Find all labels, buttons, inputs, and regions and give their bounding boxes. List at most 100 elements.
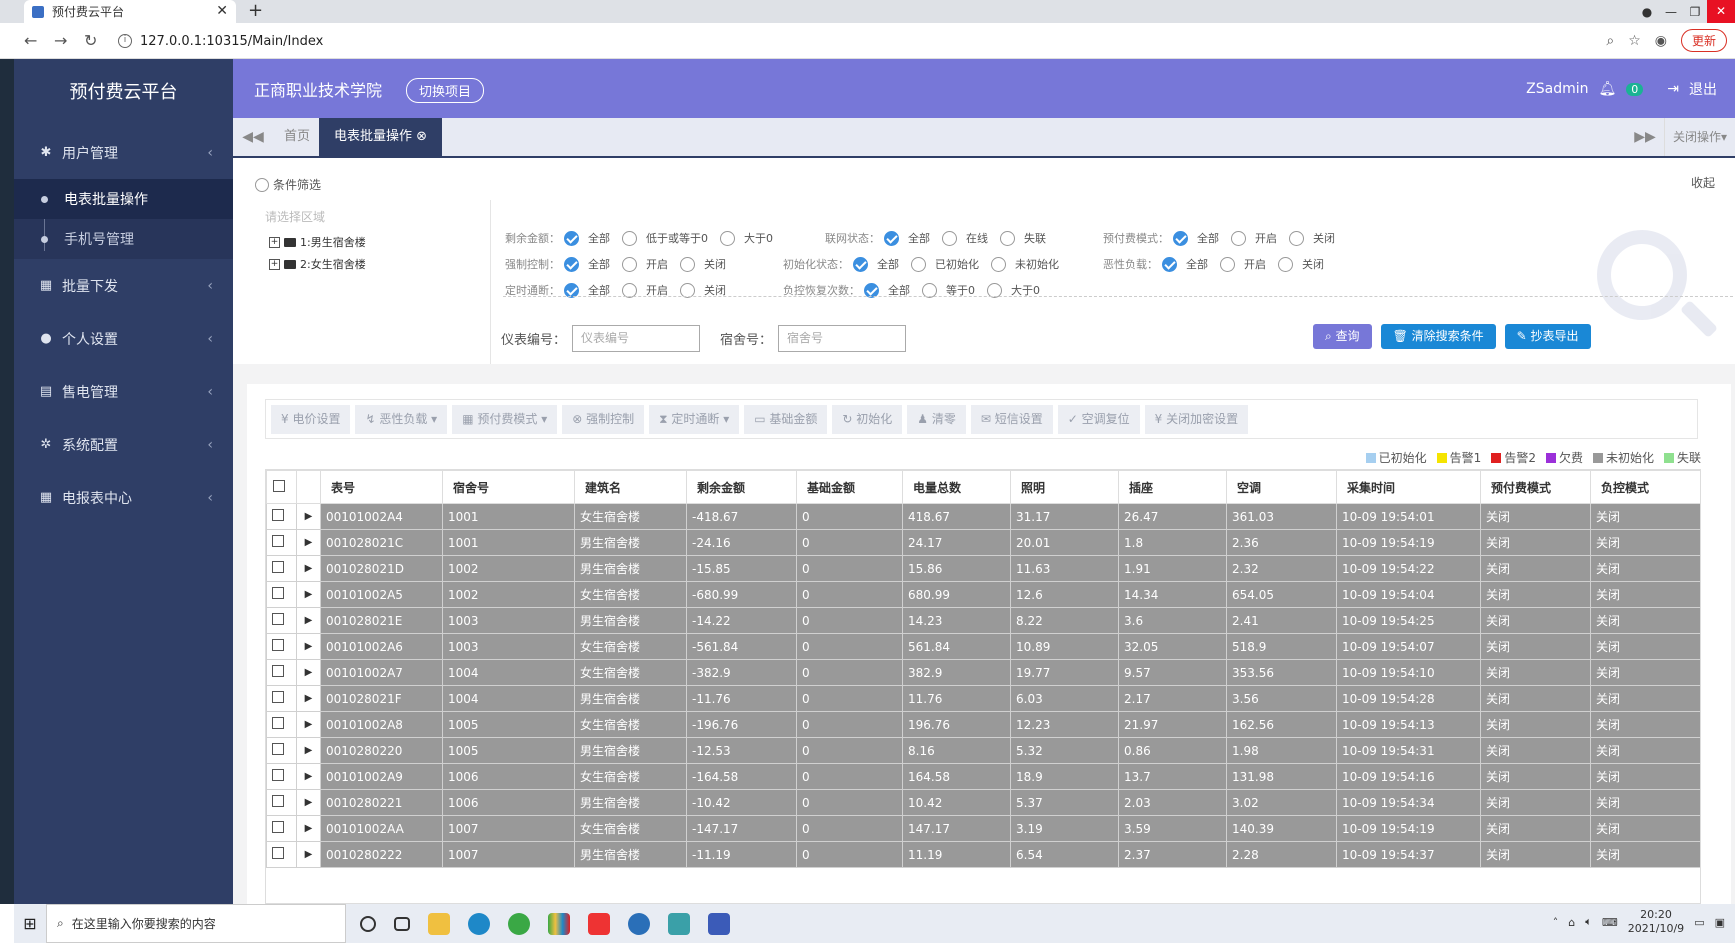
filter-option[interactable]: 全部: [564, 230, 610, 246]
toolbar-button[interactable]: ¥ 关闭加密设置: [1144, 404, 1249, 434]
export-button[interactable]: ✎ 抄表导出: [1504, 324, 1591, 349]
filter-option[interactable]: 全部: [1162, 256, 1208, 272]
account-icon[interactable]: ◉: [1655, 33, 1667, 49]
radio-checked-icon[interactable]: [1173, 230, 1188, 246]
toolbar-button[interactable]: ▭ 基础金额: [744, 404, 828, 434]
radio-checked-icon[interactable]: [564, 230, 579, 246]
tabs-scroll-left-icon[interactable]: ◀◀: [233, 118, 273, 156]
row-checkbox[interactable]: [272, 561, 284, 573]
volume-icon[interactable]: 🔈︎: [1585, 915, 1592, 929]
row-checkbox[interactable]: [272, 587, 284, 599]
column-header[interactable]: 建筑名: [574, 470, 687, 504]
expand-row-icon[interactable]: ▶: [296, 815, 321, 842]
table-row[interactable]: ▶ 00101002A8 1005 女生宿舍楼 -196.76 0 196.76 12.23 2…: [266, 711, 1700, 738]
clear-button[interactable]: 🗑︎ 清除搜索条件: [1380, 324, 1496, 349]
column-header[interactable]: 插座: [1118, 470, 1227, 504]
toolbar-button[interactable]: ♟ 清零: [907, 404, 966, 434]
expand-row-icon[interactable]: ▶: [296, 841, 321, 868]
radio-checked-icon[interactable]: [884, 230, 899, 246]
wps-icon[interactable]: [588, 912, 610, 935]
menu-system-config[interactable]: ✲ 系统配置 ‹: [14, 418, 233, 471]
table-row[interactable]: ▶ 00101002AA 1007 女生宿舍楼 -147.17 0 147.17 3.19 3.…: [266, 815, 1700, 842]
radio-icon[interactable]: [622, 230, 637, 246]
filter-option[interactable]: 关闭: [680, 256, 726, 272]
tree-node[interactable]: + 1:男生宿舍楼: [251, 231, 490, 253]
radio-checked-icon[interactable]: [1162, 256, 1177, 272]
expand-icon[interactable]: +: [269, 236, 280, 248]
notes-icon[interactable]: ▭: [1694, 916, 1704, 929]
row-checkbox[interactable]: [272, 847, 284, 859]
filter-option[interactable]: 大于0: [720, 230, 773, 246]
table-row[interactable]: ▶ 001028021F 1004 男生宿舍楼 -11.76 0 11.76 6.03 2.17…: [266, 685, 1700, 712]
app-globe-icon[interactable]: [628, 912, 650, 935]
radio-icon[interactable]: [1289, 230, 1304, 246]
radio-icon[interactable]: [720, 230, 735, 246]
app-color-icon[interactable]: [548, 912, 570, 935]
table-row[interactable]: ▶ 0010280222 1007 男生宿舍楼 -11.19 0 11.19 6.54 2.37…: [266, 841, 1700, 868]
network-icon[interactable]: ⌂: [1568, 916, 1575, 929]
filter-option[interactable]: 全部: [853, 256, 899, 272]
tab-meter-batch[interactable]: 电表批量操作 ⊗: [319, 118, 443, 156]
forward-icon[interactable]: →: [54, 31, 67, 50]
submenu-phone[interactable]: 手机号管理: [14, 219, 233, 259]
info-icon[interactable]: i: [118, 34, 132, 48]
taskbar-search[interactable]: ⌕ 在这里输入你要搜索的内容: [46, 904, 346, 943]
filter-option[interactable]: 关闭: [1289, 230, 1335, 246]
expand-row-icon[interactable]: ▶: [296, 711, 321, 738]
menu-report-center[interactable]: ▦ 电报表中心 ‹: [14, 471, 233, 524]
menu-user-management[interactable]: ✱ 用户管理 ‹: [14, 126, 233, 179]
edge-icon[interactable]: [468, 912, 490, 935]
column-header[interactable]: 照明: [1010, 470, 1119, 504]
expand-row-icon[interactable]: ▶: [296, 763, 321, 790]
row-checkbox[interactable]: [272, 509, 284, 521]
query-button[interactable]: ⌕ 查询: [1313, 324, 1372, 349]
tab-home[interactable]: 首页: [269, 118, 325, 156]
back-icon[interactable]: ←: [24, 31, 37, 50]
column-header[interactable]: 采集时间: [1336, 470, 1481, 504]
table-row[interactable]: ▶ 00101002A7 1004 女生宿舍楼 -382.9 0 382.9 19.77 9.5…: [266, 659, 1700, 686]
table-row[interactable]: ▶ 001028021D 1002 男生宿舍楼 -15.85 0 15.86 11.63 1.9…: [266, 555, 1700, 582]
collapse-link[interactable]: 收起: [1691, 174, 1715, 191]
browser-tab[interactable]: 预付费云平台 ✕: [24, 0, 236, 23]
column-header[interactable]: 剩余金额: [686, 470, 797, 504]
radio-icon[interactable]: [942, 230, 957, 246]
expand-row-icon[interactable]: ▶: [296, 789, 321, 816]
expand-row-icon[interactable]: ▶: [296, 581, 321, 608]
table-row[interactable]: ▶ 0010280221 1006 男生宿舍楼 -10.42 0 10.42 5.37 2.03…: [266, 789, 1700, 816]
app-active-icon[interactable]: [708, 912, 730, 935]
radio-icon[interactable]: [911, 256, 926, 272]
file-explorer-icon[interactable]: [428, 912, 450, 935]
toolbar-button[interactable]: ⊗ 强制控制: [562, 404, 645, 434]
radio-icon[interactable]: [1000, 230, 1015, 246]
row-checkbox[interactable]: [272, 535, 284, 547]
toolbar-button[interactable]: ✉ 短信设置: [970, 404, 1053, 434]
expand-row-icon[interactable]: ▶: [296, 503, 321, 530]
toolbar-button[interactable]: ¥ 电价设置: [271, 404, 351, 434]
table-row[interactable]: ▶ 001028021E 1003 男生宿舍楼 -14.22 0 14.23 8.22 3.6 2…: [266, 607, 1700, 634]
close-window-button[interactable]: ✕: [1707, 0, 1735, 23]
filter-option[interactable]: 低于或等于0: [622, 230, 708, 246]
filter-option[interactable]: 关闭: [1278, 256, 1324, 272]
expand-row-icon[interactable]: ▶: [296, 737, 321, 764]
expand-icon[interactable]: +: [269, 258, 280, 270]
column-header[interactable]: 宿舍号: [442, 470, 575, 504]
filter-option[interactable]: 开启: [622, 256, 668, 272]
minimize-button[interactable]: —: [1659, 5, 1683, 19]
reload-icon[interactable]: ↻: [84, 31, 97, 50]
row-checkbox[interactable]: [272, 795, 284, 807]
column-header[interactable]: 表号: [320, 470, 443, 504]
close-tab-icon[interactable]: ✕: [216, 3, 228, 19]
filter-option[interactable]: 开启: [1231, 230, 1277, 246]
column-header[interactable]: 预付费模式: [1480, 470, 1591, 504]
filter-option[interactable]: 未初始化: [991, 256, 1059, 272]
username[interactable]: ZSadmin: [1526, 81, 1588, 97]
toolbar-button[interactable]: ✓ 空调复位: [1057, 404, 1140, 434]
row-checkbox[interactable]: [272, 691, 284, 703]
radio-checked-icon[interactable]: [564, 256, 579, 272]
column-header[interactable]: 负控模式: [1590, 470, 1700, 504]
profile-dropdown-icon[interactable]: ●: [1635, 5, 1659, 19]
windows-start-icon[interactable]: ⊞: [14, 914, 46, 933]
select-all-checkbox[interactable]: [273, 479, 285, 492]
menu-batch-send[interactable]: ▦ 批量下发 ‹: [14, 259, 233, 312]
table-row[interactable]: ▶ 00101002A9 1006 女生宿舍楼 -164.58 0 164.58 18.9 13…: [266, 763, 1700, 790]
